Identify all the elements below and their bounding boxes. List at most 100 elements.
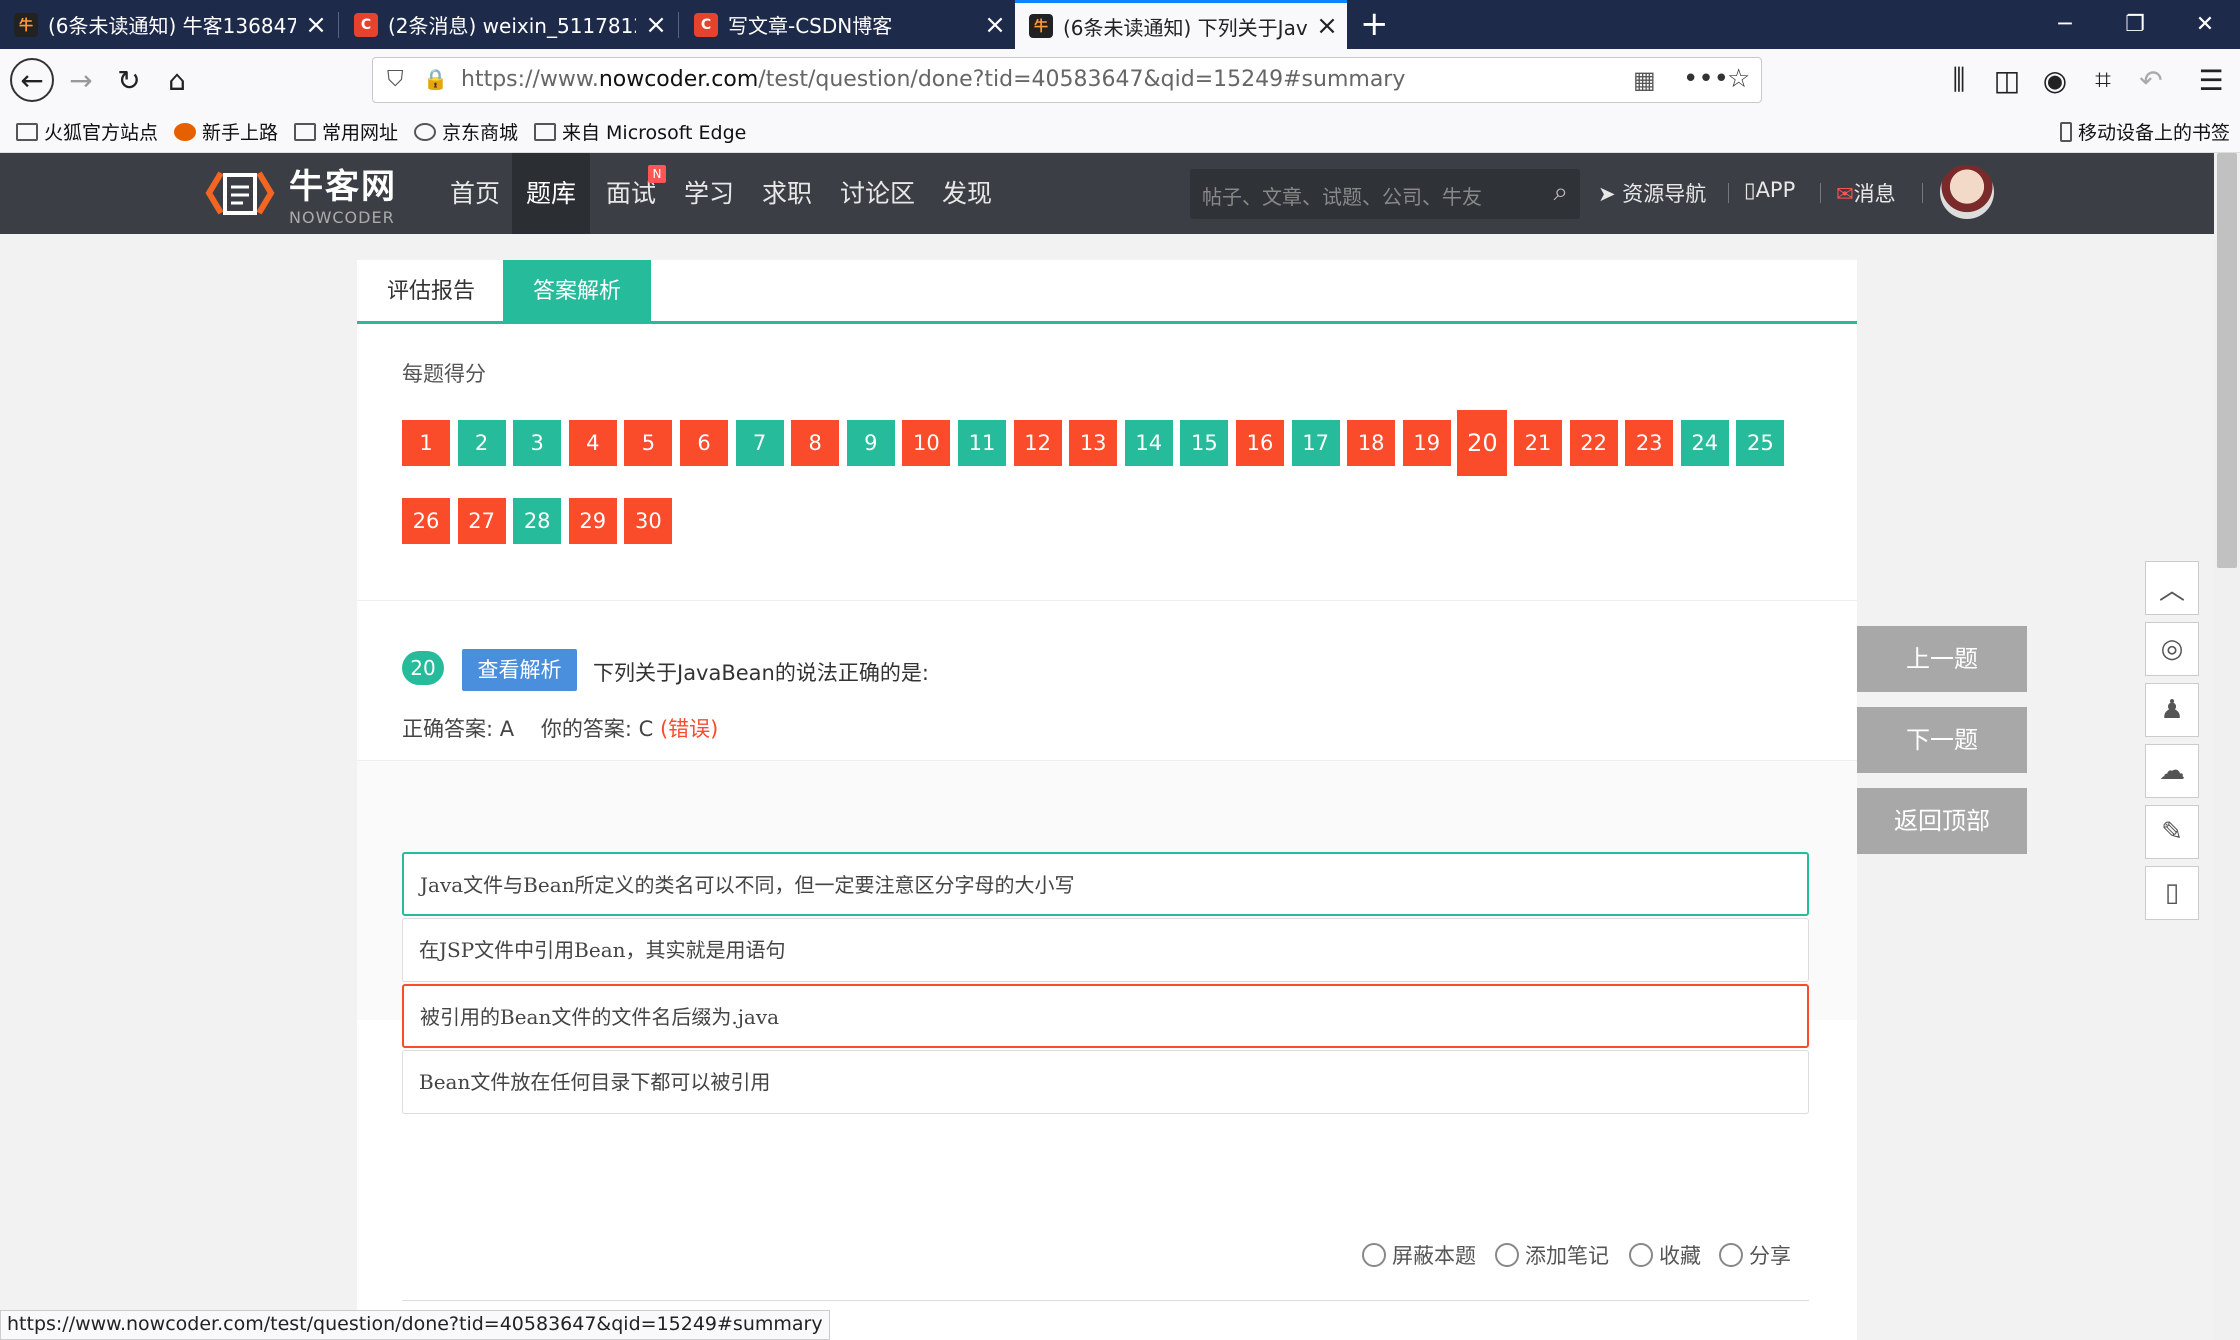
weibo-icon[interactable]: ◎ (2145, 622, 2199, 676)
nav-discover[interactable]: 发现 (928, 153, 1006, 234)
score-square-2[interactable]: 2 (457, 420, 506, 466)
score-square-8[interactable]: 8 (791, 420, 840, 466)
score-square-29[interactable]: 29 (568, 498, 617, 544)
score-square-22[interactable]: 22 (1569, 420, 1618, 466)
scrollbar-thumb[interactable] (2217, 153, 2237, 568)
close-tab-icon[interactable]: × (1307, 11, 1347, 41)
score-square-18[interactable]: 18 (1347, 420, 1396, 466)
browser-tab[interactable]: 牛 (6条未读通知) 牛客136847985 × (0, 0, 336, 49)
view-analysis-button[interactable]: 查看解析 (462, 649, 577, 691)
close-tab-icon[interactable]: × (296, 10, 336, 40)
site-search-input[interactable]: 帖子、文章、试题、公司、牛友 ⌕ (1190, 169, 1580, 219)
score-square-23[interactable]: 23 (1625, 420, 1674, 466)
bookmark-star-icon[interactable]: ☆ (1727, 64, 1750, 94)
score-square-1[interactable]: 1 (402, 420, 450, 466)
more-icon[interactable]: ••• (1683, 64, 1729, 94)
option-d[interactable]: Bean文件放在任何目录下都可以被引用 (402, 1050, 1809, 1114)
minimize-icon[interactable]: ─ (2030, 0, 2100, 49)
score-square-12[interactable]: 12 (1013, 420, 1062, 466)
nav-jobs[interactable]: 求职 (748, 153, 826, 234)
nav-learn[interactable]: 学习 (670, 153, 748, 234)
menu-icon[interactable]: ☰ (2192, 61, 2230, 99)
library-icon[interactable]: ⫼ (1940, 61, 1978, 99)
score-square-10[interactable]: 10 (902, 420, 951, 466)
block-question-button[interactable]: 屏蔽本题 (1362, 1240, 1476, 1270)
mobile-icon[interactable]: ▯ (2145, 866, 2199, 920)
qq-icon[interactable]: ♟ (2145, 683, 2199, 737)
score-square-25[interactable]: 25 (1736, 420, 1785, 466)
forward-icon[interactable]: → (62, 61, 100, 99)
score-square-28[interactable]: 28 (513, 498, 562, 544)
score-square-6[interactable]: 6 (680, 420, 728, 466)
score-square-30[interactable]: 30 (624, 498, 673, 544)
score-square-14[interactable]: 14 (1124, 420, 1173, 466)
score-square-16[interactable]: 16 (1236, 420, 1284, 466)
option-c[interactable]: 被引用的Bean文件的文件名后缀为.java (402, 984, 1809, 1048)
score-square-13[interactable]: 13 (1069, 420, 1118, 466)
close-window-icon[interactable]: ✕ (2170, 0, 2240, 49)
avatar[interactable] (1940, 165, 1994, 219)
add-note-button[interactable]: 添加笔记 (1495, 1240, 1609, 1270)
score-square-3[interactable]: 3 (513, 420, 562, 466)
score-square-19[interactable]: 19 (1402, 420, 1451, 466)
nav-home[interactable]: 首页 (436, 153, 514, 234)
browser-tab-active[interactable]: 牛 (6条未读通知) 下列关于JavaBe × (1015, 0, 1347, 49)
back-to-top-button[interactable]: 返回顶部 (1857, 788, 2027, 854)
nav-discuss[interactable]: 讨论区 (826, 153, 929, 234)
browser-tab[interactable]: C (2条消息) weixin_51178129的 × (340, 0, 676, 49)
browser-tab[interactable]: C 写文章-CSDN博客 × (680, 0, 1015, 49)
score-square-24[interactable]: 24 (1680, 420, 1729, 466)
shield-icon[interactable]: ⛉ (387, 67, 404, 92)
score-square-21[interactable]: 21 (1514, 420, 1562, 466)
prev-question-button[interactable]: 上一题 (1857, 626, 2027, 692)
qr-code-icon[interactable]: ▦ (1633, 66, 1656, 94)
home-icon[interactable]: ⌂ (158, 61, 196, 99)
score-square-7[interactable]: 7 (735, 420, 784, 466)
nav-interview[interactable]: 面试 N (592, 153, 670, 234)
url-text[interactable]: https://www.nowcoder.com/test/question/d… (461, 67, 1405, 92)
next-question-button[interactable]: 下一题 (1857, 707, 2027, 773)
lock-icon[interactable]: 🔒 (423, 67, 448, 91)
bookmark-folder[interactable]: 常用网址 (294, 118, 398, 145)
bookmark-link[interactable]: 京东商城 (414, 118, 518, 145)
score-square-4[interactable]: 4 (568, 420, 617, 466)
close-tab-icon[interactable]: × (636, 10, 676, 40)
bookmark-link[interactable]: 新手上路 (174, 118, 278, 145)
mobile-bookmarks[interactable]: 移动设备上的书签 (2060, 118, 2230, 145)
score-square-20[interactable]: 20 (1457, 410, 1508, 476)
close-tab-icon[interactable]: × (975, 10, 1015, 40)
bookmark-folder[interactable]: 火狐官方站点 (16, 118, 158, 145)
message-link[interactable]: ✉消息 (1836, 178, 1896, 208)
back-icon[interactable]: ← (10, 58, 54, 102)
score-square-15[interactable]: 15 (1180, 420, 1229, 466)
option-a[interactable]: Java文件与Bean所定义的类名可以不同，但一定要注意区分字母的大小写 (402, 852, 1809, 916)
tab-answer-analysis[interactable]: 答案解析 (503, 260, 652, 324)
share-button[interactable]: 分享 (1719, 1240, 1791, 1270)
score-square-26[interactable]: 26 (402, 498, 450, 544)
edit-icon[interactable]: ✎ (2145, 805, 2199, 859)
score-square-11[interactable]: 11 (958, 420, 1006, 466)
url-bar[interactable]: ⛉ 🔒 https://www.nowcoder.com/test/questi… (372, 57, 1762, 103)
score-square-9[interactable]: 9 (846, 420, 895, 466)
score-square-27[interactable]: 27 (457, 498, 506, 544)
bookmark-folder[interactable]: 来自 Microsoft Edge (534, 118, 746, 145)
search-icon[interactable]: ⌕ (1553, 177, 1568, 208)
sidebar-icon[interactable]: ◫ (1988, 61, 2026, 99)
undo-icon[interactable]: ↶ (2132, 61, 2170, 99)
reload-icon[interactable]: ↻ (110, 61, 148, 99)
tab-evaluation-report[interactable]: 评估报告 (357, 260, 505, 324)
wechat-icon[interactable]: ☁ (2145, 744, 2199, 798)
restore-icon[interactable]: ❐ (2100, 0, 2170, 49)
favorite-button[interactable]: 收藏 (1629, 1240, 1701, 1270)
chevron-up-icon[interactable]: ︿ (2145, 561, 2199, 615)
resource-nav-link[interactable]: ➤ 资源导航 (1598, 178, 1706, 208)
site-logo[interactable]: 牛客网 NOWCODER (205, 161, 397, 227)
screenshot-icon[interactable]: ⌗ (2084, 61, 2122, 99)
app-link[interactable]: ▯APP (1744, 178, 1795, 202)
score-square-5[interactable]: 5 (624, 420, 673, 466)
score-square-17[interactable]: 17 (1291, 420, 1340, 466)
new-tab-icon[interactable]: + (1360, 4, 1389, 44)
nav-question-bank[interactable]: 题库 (512, 153, 591, 234)
option-b[interactable]: 在JSP文件中引用Bean，其实就是用语句 (402, 918, 1809, 982)
account-icon[interactable]: ◉ (2036, 61, 2074, 99)
